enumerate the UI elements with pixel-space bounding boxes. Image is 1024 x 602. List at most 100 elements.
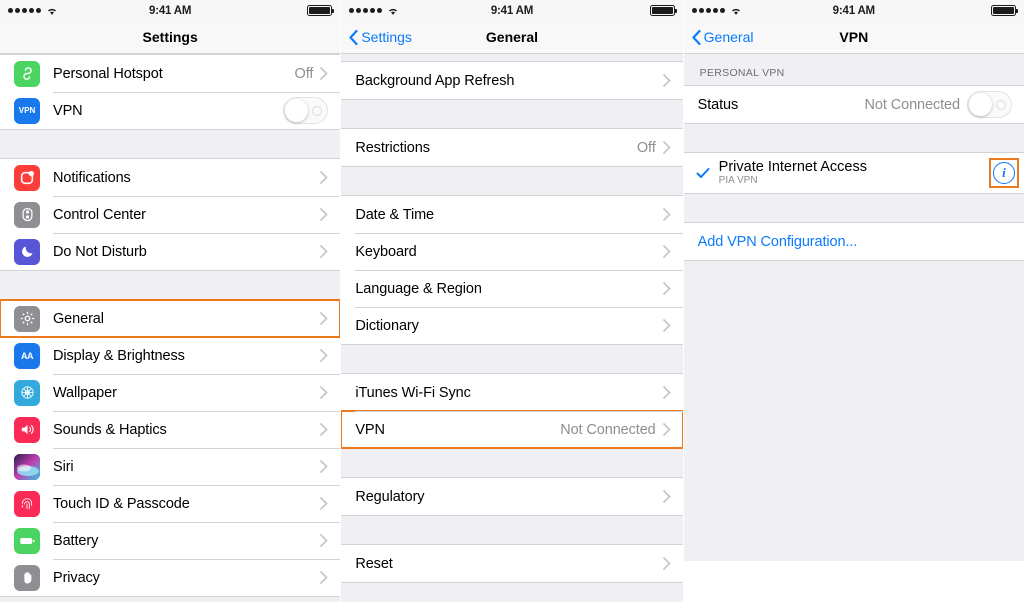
list-item-background-app-refresh[interactable]: Background App Refresh <box>341 62 683 99</box>
general-gear-icon <box>14 305 40 332</box>
row-label: Restrictions <box>355 139 430 156</box>
row-label: Add VPN Configuration... <box>697 233 858 250</box>
row-label: VPN <box>53 102 83 119</box>
chevron-right-icon <box>662 386 671 399</box>
vpn-list: PERSONAL VPN Status Not Connected Privat… <box>683 54 1024 561</box>
vpn-toggle[interactable] <box>283 97 329 124</box>
group-separator <box>341 100 683 128</box>
list-item-reset[interactable]: Reset <box>341 545 683 582</box>
nav-bar-settings: Settings <box>0 21 341 54</box>
add-vpn-configuration-button[interactable]: Add VPN Configuration... <box>683 223 1024 260</box>
back-button-label: General <box>703 29 754 45</box>
vpn-configurations-group: Private Internet Access PIA VPN i <box>683 152 1024 194</box>
chevron-right-icon <box>320 460 329 473</box>
add-vpn-group: Add VPN Configuration... <box>683 222 1024 261</box>
sidebar-item-touch-id-passcode[interactable]: Touch ID & Passcode <box>0 485 341 522</box>
sidebar-item-sounds-haptics[interactable]: Sounds & Haptics <box>0 411 341 448</box>
general-group-3: Date & Time Keyboard Language & Region D… <box>341 195 683 345</box>
sidebar-item-notifications[interactable]: Notifications <box>0 159 341 196</box>
list-item-regulatory[interactable]: Regulatory <box>341 478 683 515</box>
list-item-vpn[interactable]: VPN Not Connected <box>341 410 683 449</box>
row-label: Language & Region <box>355 280 482 297</box>
row-label: Wallpaper <box>53 384 117 401</box>
sidebar-item-battery[interactable]: Battery <box>0 522 341 559</box>
sidebar-item-vpn[interactable]: VPN VPN <box>0 92 341 129</box>
list-item-status: Status Not Connected <box>683 86 1024 123</box>
back-button-settings[interactable]: Settings <box>349 29 412 45</box>
row-label: Reset <box>355 555 393 572</box>
back-button-general[interactable]: General <box>692 29 754 45</box>
group-separator <box>683 194 1024 222</box>
chevron-right-icon <box>320 349 329 362</box>
control-center-icon <box>14 201 40 228</box>
group-separator <box>0 130 341 158</box>
list-item-dictionary[interactable]: Dictionary <box>341 307 683 344</box>
sidebar-item-personal-hotspot[interactable]: Personal Hotspot Off <box>0 55 341 92</box>
list-item-private-internet-access[interactable]: Private Internet Access PIA VPN i <box>683 153 1024 193</box>
chevron-right-icon <box>662 319 671 332</box>
vpn-status-toggle[interactable] <box>966 91 1012 118</box>
sidebar-item-privacy[interactable]: Privacy <box>0 559 341 596</box>
row-label: Dictionary <box>355 317 419 334</box>
battery-icon <box>307 0 335 21</box>
privacy-hand-icon <box>14 564 40 591</box>
chevron-right-icon <box>320 534 329 547</box>
battery-icon <box>990 0 1018 21</box>
do-not-disturb-icon <box>14 238 40 265</box>
chevron-right-icon <box>320 171 329 184</box>
chevron-right-icon <box>320 312 329 325</box>
clock: 9:41 AM <box>149 4 192 17</box>
status-bar: 9:41 AM <box>683 0 1024 21</box>
sidebar-item-general[interactable]: General <box>0 299 341 338</box>
row-value: Off <box>294 65 314 82</box>
list-bottom-filler <box>341 583 683 602</box>
screen-vpn: 9:41 AM General VPN PERSONAL VPN Status … <box>683 0 1024 602</box>
general-group-5: Regulatory <box>341 477 683 516</box>
list-item-language-region[interactable]: Language & Region <box>341 270 683 307</box>
general-group-6: Reset <box>341 544 683 583</box>
screen-settings: 9:41 AM Settings Personal Hotspot Off VP <box>0 0 341 602</box>
list-item-date-time[interactable]: Date & Time <box>341 196 683 233</box>
chevron-left-icon <box>692 29 701 45</box>
back-button-label: Settings <box>361 29 412 45</box>
chevron-right-icon <box>662 141 671 154</box>
wallpaper-icon <box>14 379 40 406</box>
row-label: Touch ID & Passcode <box>53 495 190 512</box>
chevron-right-icon <box>320 67 329 80</box>
group-separator <box>341 516 683 544</box>
list-bottom-filler <box>0 597 341 602</box>
nav-bar-vpn: General VPN <box>683 21 1024 54</box>
list-bottom-filler <box>683 261 1024 561</box>
battery-icon <box>649 0 677 21</box>
three-screen-comparison: 9:41 AM Settings Personal Hotspot Off VP <box>0 0 1024 602</box>
vpn-icon: VPN <box>14 97 40 124</box>
row-label: Privacy <box>53 569 100 586</box>
row-label: iTunes Wi-Fi Sync <box>355 384 471 401</box>
list-item-keyboard[interactable]: Keyboard <box>341 233 683 270</box>
list-item-itunes-wifi-sync[interactable]: iTunes Wi-Fi Sync <box>341 374 683 411</box>
chevron-right-icon <box>662 208 671 221</box>
chevron-right-icon <box>320 245 329 258</box>
battery-settings-icon <box>14 527 40 554</box>
row-label: Keyboard <box>355 243 417 260</box>
sidebar-item-control-center[interactable]: Control Center <box>0 196 341 233</box>
section-header-area: PERSONAL VPN <box>683 54 1024 85</box>
settings-group-3: General AA Display & Brightness Wallpape… <box>0 299 341 597</box>
general-group-1: Background App Refresh <box>341 61 683 100</box>
chevron-right-icon <box>320 386 329 399</box>
sidebar-item-wallpaper[interactable]: Wallpaper <box>0 374 341 411</box>
list-item-restrictions[interactable]: Restrictions Off <box>341 129 683 166</box>
chevron-right-icon <box>662 74 671 87</box>
chevron-right-icon <box>320 571 329 584</box>
info-button-highlight: i <box>988 158 1019 188</box>
sidebar-item-display-brightness[interactable]: AA Display & Brightness <box>0 337 341 374</box>
sidebar-item-do-not-disturb[interactable]: Do Not Disturb <box>0 233 341 270</box>
row-label: Regulatory <box>355 488 425 505</box>
row-label: Siri <box>53 458 74 475</box>
chevron-right-icon <box>320 497 329 510</box>
row-label: Do Not Disturb <box>53 243 147 260</box>
personal-hotspot-icon <box>14 60 40 87</box>
info-icon[interactable]: i <box>992 162 1015 184</box>
sidebar-item-siri[interactable]: Siri <box>0 448 341 485</box>
general-list: Background App Refresh Restrictions Off … <box>341 54 683 602</box>
